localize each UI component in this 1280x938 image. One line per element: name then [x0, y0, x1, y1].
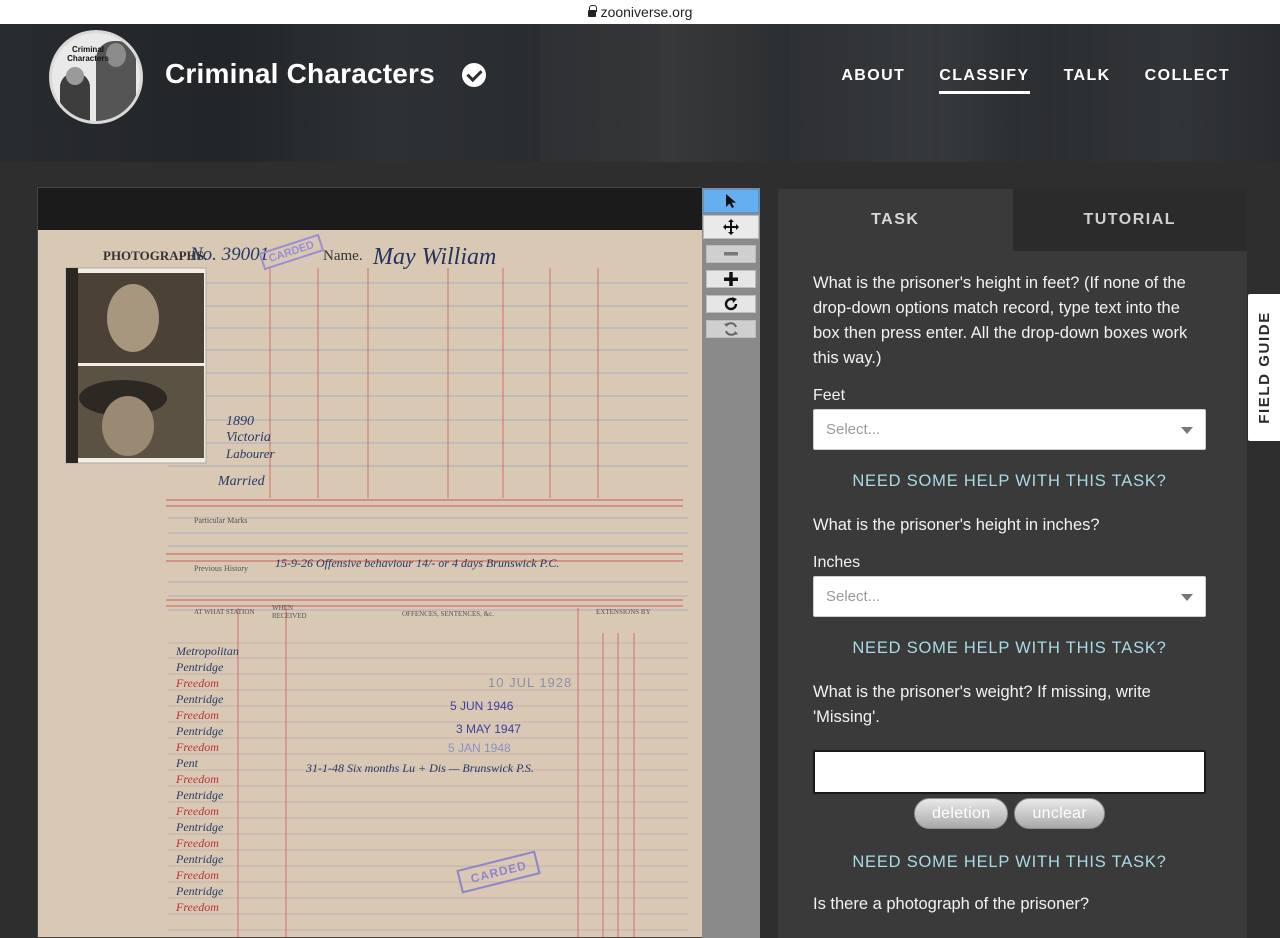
text-modifier-buttons: deletion unclear: [813, 798, 1206, 829]
unclear-button[interactable]: unclear: [1014, 798, 1106, 829]
project-nav: ABOUT CLASSIFY TALK COLLECT: [841, 67, 1230, 94]
question-height-inches: What is the prisoner's height in inches?: [813, 516, 1100, 534]
date-stamp: 5 JUN 1946: [450, 699, 514, 713]
subject-viewer[interactable]: PHOTOGRAPHS. No. 39001 Name. May William…: [37, 187, 703, 938]
date-stamp: 3 MAY 1947: [456, 722, 521, 736]
station-entry: Metropolitan: [176, 644, 239, 658]
weight-input[interactable]: [813, 750, 1206, 794]
zoom-in-icon: [724, 272, 738, 286]
name-label: Name.: [323, 248, 363, 264]
panel-tabs: TASK TUTORIAL: [778, 189, 1247, 251]
pointer-icon: [726, 194, 736, 208]
previous-history-label: Previous History: [194, 564, 248, 573]
rotate-icon: [724, 297, 738, 311]
task-panel: TASK TUTORIAL What is the prisoner's hei…: [778, 189, 1247, 938]
station-entry: Freedom: [176, 676, 219, 690]
browser-url-bar[interactable]: zooniverse.org: [0, 0, 1280, 24]
zoom-out-button[interactable]: [706, 245, 756, 263]
rotate-button[interactable]: [706, 295, 756, 313]
question-height-feet: What is the prisoner's height in feet? (…: [813, 274, 1188, 367]
nav-about[interactable]: ABOUT: [841, 67, 905, 94]
reset-view-button[interactable]: [706, 320, 756, 338]
station-entry: Freedom: [176, 772, 219, 786]
help-link-weight[interactable]: NEED SOME HELP WITH THIS TASK?: [813, 853, 1206, 872]
column-extensions: EXTENSIONS BY: [596, 608, 651, 616]
date-stamp: 10 JUL 1928: [488, 675, 573, 690]
station-entry: Freedom: [176, 804, 219, 818]
tab-task[interactable]: TASK: [778, 189, 1013, 251]
station-entry: Freedom: [176, 740, 219, 754]
question-weight: What is the prisoner's weight? If missin…: [813, 683, 1151, 726]
viewer-toolbar: [702, 188, 760, 938]
date-stamp: 5 JAN 1948: [448, 741, 511, 755]
inches-select-placeholder: Select...: [826, 588, 881, 605]
task-body: What is the prisoner's height in feet? (…: [813, 271, 1206, 917]
chevron-down-icon: [1181, 427, 1193, 434]
question-photograph: Is there a photograph of the prisoner?: [813, 895, 1090, 913]
station-entry: Pentridge: [176, 724, 224, 738]
tab-tutorial[interactable]: TUTORIAL: [1012, 189, 1247, 251]
prisoner-number: No. 39001: [190, 244, 270, 265]
station-entry: Pentridge: [176, 852, 224, 866]
project-avatar[interactable]: Criminal Characters: [49, 30, 143, 124]
pointer-tool-button[interactable]: [703, 189, 759, 213]
station-entry: Freedom: [176, 836, 219, 850]
help-link-feet[interactable]: NEED SOME HELP WITH THIS TASK?: [813, 472, 1206, 491]
avatar-text: Criminal Characters: [67, 45, 109, 63]
feet-label: Feet: [813, 387, 846, 404]
nav-talk[interactable]: TALK: [1064, 67, 1111, 94]
station-entry: Freedom: [176, 900, 219, 914]
verified-badge-icon: [462, 63, 486, 87]
project-header: Criminal Characters Criminal Characters …: [0, 24, 1280, 162]
avatar-figure-head: [66, 67, 84, 85]
station-entry: Pentridge: [176, 884, 224, 898]
help-link-inches[interactable]: NEED SOME HELP WITH THIS TASK?: [813, 639, 1206, 658]
station-entry: Pent: [176, 756, 198, 770]
birth-place: Victoria: [226, 430, 271, 445]
inches-select[interactable]: Select...: [813, 576, 1206, 617]
column-when: WHEN RECEIVED: [272, 604, 307, 620]
particular-marks-label: Particular Marks: [194, 516, 248, 525]
station-entry: Pentridge: [176, 820, 224, 834]
station-entry: Freedom: [176, 708, 219, 722]
nav-classify[interactable]: CLASSIFY: [939, 67, 1030, 94]
station-entry: Pentridge: [176, 788, 224, 802]
column-offences: OFFENCES, SENTENCES, &c.: [402, 610, 494, 618]
station-list: Metropolitan Pentridge Freedom Pentridge Fre…: [176, 643, 266, 915]
move-icon: [723, 219, 739, 235]
sentence-entry: 31-1-48 Six months Lu + Dis — Brunswick …: [306, 761, 534, 775]
move-tool-button[interactable]: [703, 215, 759, 239]
deletion-button[interactable]: deletion: [913, 798, 1009, 829]
feet-select-placeholder: Select...: [826, 421, 881, 438]
station-entry: Pentridge: [176, 692, 224, 706]
chevron-down-icon: [1181, 594, 1193, 601]
field-guide-label: FIELD GUIDE: [1255, 311, 1273, 424]
column-station: AT WHAT STATION: [194, 608, 255, 616]
birth-year: 1890: [226, 414, 254, 429]
nav-collect[interactable]: COLLECT: [1145, 67, 1230, 94]
field-guide-tab[interactable]: FIELD GUIDE: [1248, 294, 1280, 441]
project-title[interactable]: Criminal Characters: [165, 58, 435, 90]
lock-icon: [587, 4, 597, 18]
occupation: Labourer: [226, 446, 275, 461]
prisoner-name: May William: [373, 244, 497, 270]
station-entry: Pentridge: [176, 660, 224, 674]
station-entry: Freedom: [176, 868, 219, 882]
marital-status: Married: [218, 474, 265, 489]
url-text: zooniverse.org: [600, 4, 693, 20]
zoom-out-icon: [724, 252, 738, 256]
reset-icon: [724, 322, 738, 336]
zoom-in-button[interactable]: [706, 270, 756, 288]
inches-label: Inches: [813, 554, 861, 571]
feet-select[interactable]: Select...: [813, 409, 1206, 450]
previous-history-entry: 15-9-26 Offensive behaviour 14/- or 4 da…: [275, 556, 560, 570]
